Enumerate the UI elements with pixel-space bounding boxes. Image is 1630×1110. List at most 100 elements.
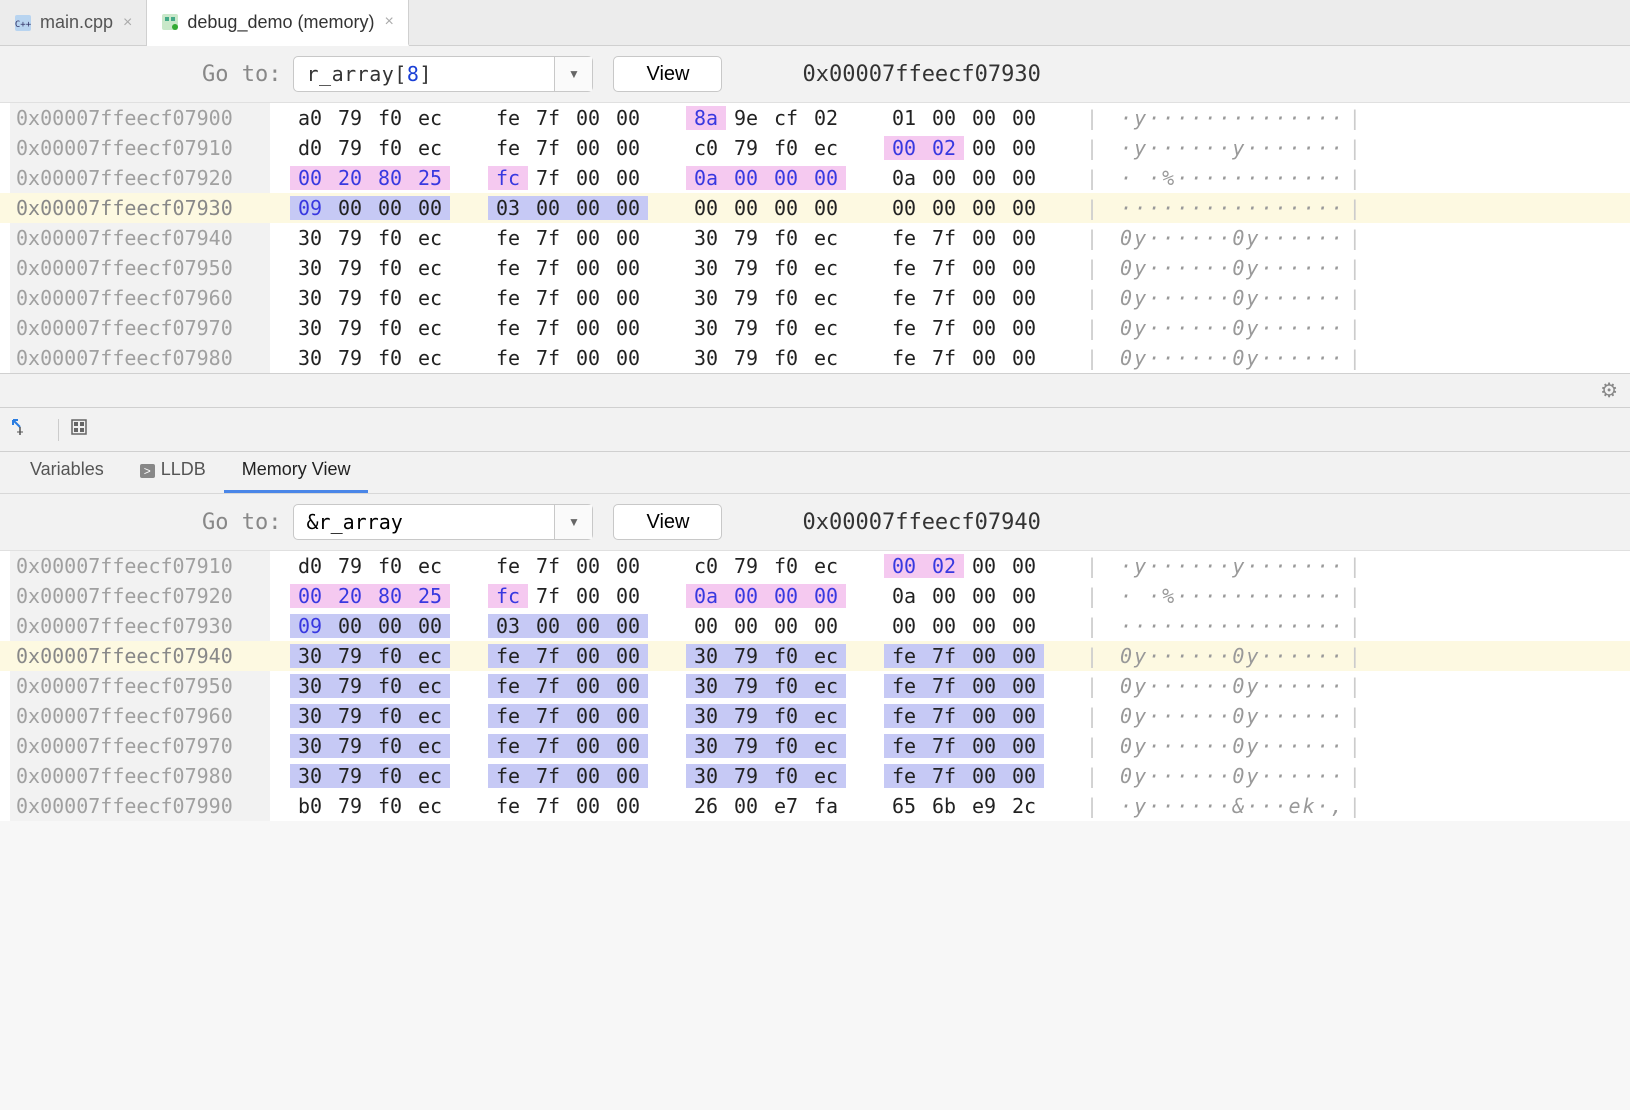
hex-byte: 79 (330, 554, 370, 578)
hex-byte: 00 (608, 286, 648, 310)
calculator-icon[interactable] (69, 417, 89, 443)
memory-row[interactable]: 0x00007ffeecf07910d079f0ecfe7f0000c079f0… (0, 551, 1630, 581)
hex-byte: fe (884, 286, 924, 310)
goto-input[interactable] (294, 505, 554, 539)
memory-row[interactable]: 0x00007ffeecf079703079f0ecfe7f00003079f0… (0, 731, 1630, 761)
hex-byte: 00 (1004, 106, 1044, 130)
separator: | (1086, 794, 1098, 818)
hex-byte: 30 (686, 704, 726, 728)
ascii-cell: 0y······0y······ (1120, 704, 1345, 728)
memory-row[interactable]: 0x00007ffeecf079703079f0ecfe7f00003079f0… (0, 313, 1630, 343)
hex-byte: f0 (370, 554, 410, 578)
hex-byte: f0 (370, 794, 410, 818)
hex-byte: 79 (726, 674, 766, 698)
gear-icon[interactable]: ⚙ (1600, 378, 1618, 403)
hex-bytes: 00208025fc7f00000a0000000a000000 (270, 584, 1082, 608)
memory-row[interactable]: 0x00007ffeecf079300900000003000000000000… (0, 193, 1630, 223)
hex-byte: f0 (370, 256, 410, 280)
memory-file-icon (161, 13, 179, 31)
hex-byte: 00 (924, 614, 964, 638)
hex-byte: 00 (568, 166, 608, 190)
memory-row[interactable]: 0x00007ffeecf079403079f0ecfe7f00003079f0… (0, 223, 1630, 253)
goto-input[interactable]: r_array[8] (294, 57, 554, 91)
hex-byte: 00 (608, 226, 648, 250)
hex-byte: 00 (568, 734, 608, 758)
hex-byte: 79 (726, 316, 766, 340)
tab-memory-view[interactable]: Memory View (224, 449, 369, 493)
hex-byte: 00 (608, 644, 648, 668)
address-cell: 0x00007ffeecf07920 (10, 581, 270, 611)
hex-byte: 7f (924, 734, 964, 758)
hex-byte: 7f (528, 286, 568, 310)
tab-main-cpp[interactable]: C++ main.cpp × (0, 0, 147, 45)
tab-variables[interactable]: Variables (12, 449, 122, 493)
tab-lldb[interactable]: >LLDB (122, 449, 224, 493)
ascii-cell: 0y······0y······ (1120, 316, 1345, 340)
step-into-icon[interactable] (10, 417, 30, 443)
hex-bytes: 3079f0ecfe7f00003079f0ecfe7f0000 (270, 704, 1082, 728)
hex-byte: 00 (608, 554, 648, 578)
ascii-cell: 0y······0y······ (1120, 764, 1345, 788)
hex-byte: fe (488, 794, 528, 818)
memory-row[interactable]: 0x00007ffeecf079503079f0ecfe7f00003079f0… (0, 253, 1630, 283)
memory-row[interactable]: 0x00007ffeecf0792000208025fc7f00000a0000… (0, 163, 1630, 193)
hex-byte: 00 (568, 554, 608, 578)
hex-byte: 30 (290, 644, 330, 668)
hex-byte: 7f (528, 704, 568, 728)
memory-row[interactable]: 0x00007ffeecf079603079f0ecfe7f00003079f0… (0, 701, 1630, 731)
hex-byte: f0 (370, 286, 410, 310)
memory-row[interactable]: 0x00007ffeecf079503079f0ecfe7f00003079f0… (0, 671, 1630, 701)
ascii-cell: ················ (1120, 196, 1345, 220)
hex-byte: 09 (290, 614, 330, 638)
hex-byte: 00 (964, 166, 1004, 190)
hex-bytes: 3079f0ecfe7f00003079f0ecfe7f0000 (270, 674, 1082, 698)
address-cell: 0x00007ffeecf07920 (10, 163, 270, 193)
memory-row[interactable]: 0x00007ffeecf0792000208025fc7f00000a0000… (0, 581, 1630, 611)
hex-byte: 7f (924, 256, 964, 280)
memory-row[interactable]: 0x00007ffeecf07900a079f0ecfe7f00008a9ecf… (0, 103, 1630, 133)
separator: | (1086, 196, 1098, 220)
memory-row[interactable]: 0x00007ffeecf079603079f0ecfe7f00003079f0… (0, 283, 1630, 313)
hex-byte: f0 (370, 734, 410, 758)
ascii-cell: 0y······0y······ (1120, 256, 1345, 280)
hex-byte: e7 (766, 794, 806, 818)
hex-byte: 00 (1004, 286, 1044, 310)
hex-byte: 79 (330, 226, 370, 250)
hex-byte: fe (488, 136, 528, 160)
hex-byte: 00 (290, 584, 330, 608)
address-cell: 0x00007ffeecf07910 (10, 551, 270, 581)
hex-byte: 7f (528, 226, 568, 250)
memory-view-bottom: 0x00007ffeecf07910d079f0ecfe7f0000c079f0… (0, 551, 1630, 821)
memory-row[interactable]: 0x00007ffeecf079300900000003000000000000… (0, 611, 1630, 641)
hex-byte: 00 (568, 106, 608, 130)
memory-row[interactable]: 0x00007ffeecf079803079f0ecfe7f00003079f0… (0, 343, 1630, 373)
close-icon[interactable]: × (123, 14, 132, 32)
close-icon[interactable]: × (384, 13, 393, 31)
address-cell: 0x00007ffeecf07980 (10, 761, 270, 791)
separator: | (1349, 106, 1361, 130)
hex-byte: 00 (1004, 554, 1044, 578)
address-cell: 0x00007ffeecf07980 (10, 343, 270, 373)
ascii-cell: ················ (1120, 614, 1345, 638)
memory-row[interactable]: 0x00007ffeecf079403079f0ecfe7f00003079f0… (0, 641, 1630, 671)
memory-row[interactable]: 0x00007ffeecf079803079f0ecfe7f00003079f0… (0, 761, 1630, 791)
goto-dropdown[interactable]: ▼ (554, 57, 592, 91)
ascii-cell: 0y······0y······ (1120, 286, 1345, 310)
memory-row[interactable]: 0x00007ffeecf07910d079f0ecfe7f0000c079f0… (0, 133, 1630, 163)
view-button[interactable]: View (613, 56, 722, 92)
hex-byte: 30 (686, 764, 726, 788)
address-cell: 0x00007ffeecf07950 (10, 253, 270, 283)
hex-byte: fe (488, 256, 528, 280)
hex-byte: 00 (1004, 734, 1044, 758)
hex-byte: 79 (330, 704, 370, 728)
goto-dropdown[interactable]: ▼ (554, 505, 592, 539)
memory-row[interactable]: 0x00007ffeecf07990b079f0ecfe7f00002600e7… (0, 791, 1630, 821)
separator: | (1086, 644, 1098, 668)
view-button[interactable]: View (613, 504, 722, 540)
hex-byte: b0 (290, 794, 330, 818)
address-display: 0x00007ffeecf07930 (802, 62, 1040, 87)
separator: | (1086, 764, 1098, 788)
separator: | (1349, 166, 1361, 190)
tab-debug-demo-memory[interactable]: debug_demo (memory) × (147, 0, 408, 46)
hex-byte: 00 (608, 346, 648, 370)
